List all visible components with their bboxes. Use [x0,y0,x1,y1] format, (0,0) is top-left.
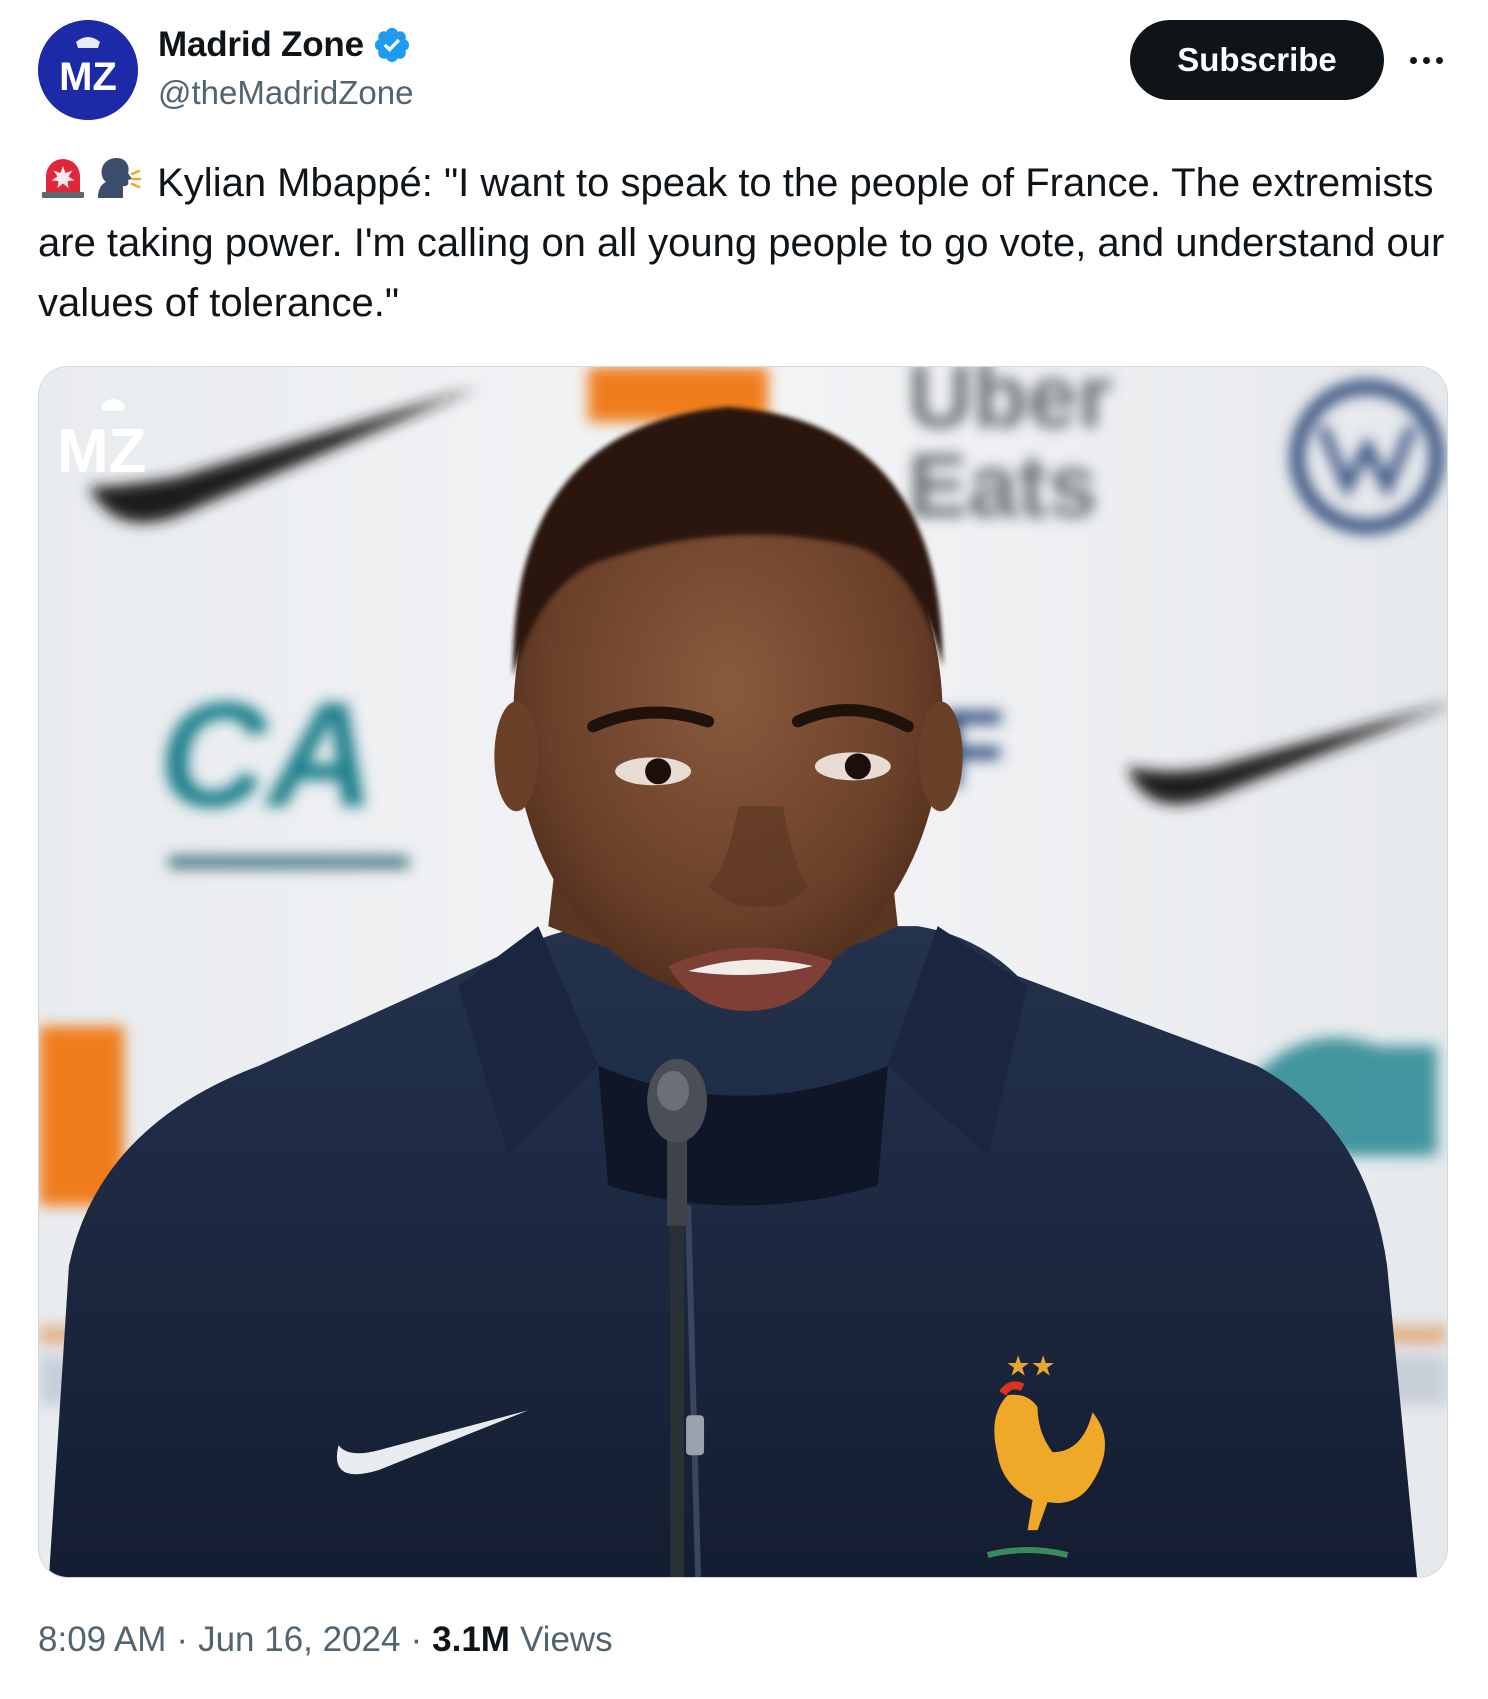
tweet-meta: 8:09 AM · Jun 16, 2024 · 3.1M Views [38,1620,613,1660]
sponsor-ca-logo: CA [159,670,375,838]
display-name[interactable]: Madrid Zone [158,25,364,65]
tweet-body-text: Kylian Mbappé: "I want to speak to the p… [38,161,1445,325]
watermark-text: MZ [57,417,146,486]
press-conference-photo: Uber Eats F CA ★★ MZ [39,367,1447,1577]
views-label: Views [519,1620,613,1659]
sponsor-eats-text: Eats [908,437,1098,537]
avatar[interactable]: MZ [38,20,138,120]
tweet-text: Kylian Mbappé: "I want to speak to the p… [38,152,1448,333]
svg-text:★★: ★★ [1006,1349,1056,1382]
author-handle[interactable]: @theMadridZone [158,74,413,112]
separator-dot: · [410,1620,423,1659]
views-count: 3.1M [432,1620,510,1659]
speaking-head-emoji [92,152,142,202]
verified-badge-icon [374,27,409,63]
more-options-icon[interactable] [1404,40,1448,80]
separator-dot: · [176,1620,189,1659]
tweet-image[interactable]: Uber Eats F CA ★★ MZ [38,366,1448,1578]
tweet-date[interactable]: Jun 16, 2024 [198,1620,400,1660]
police-light-emoji [38,152,88,202]
madrid-zone-logo-icon: MZ [38,20,138,120]
avatar-text: MZ [59,55,117,99]
author-name-row: Madrid Zone [158,22,412,68]
tweet-time[interactable]: 8:09 AM [38,1620,166,1660]
sponsor-uber-text: Uber [908,367,1113,447]
subscribe-button[interactable]: Subscribe [1130,20,1384,100]
